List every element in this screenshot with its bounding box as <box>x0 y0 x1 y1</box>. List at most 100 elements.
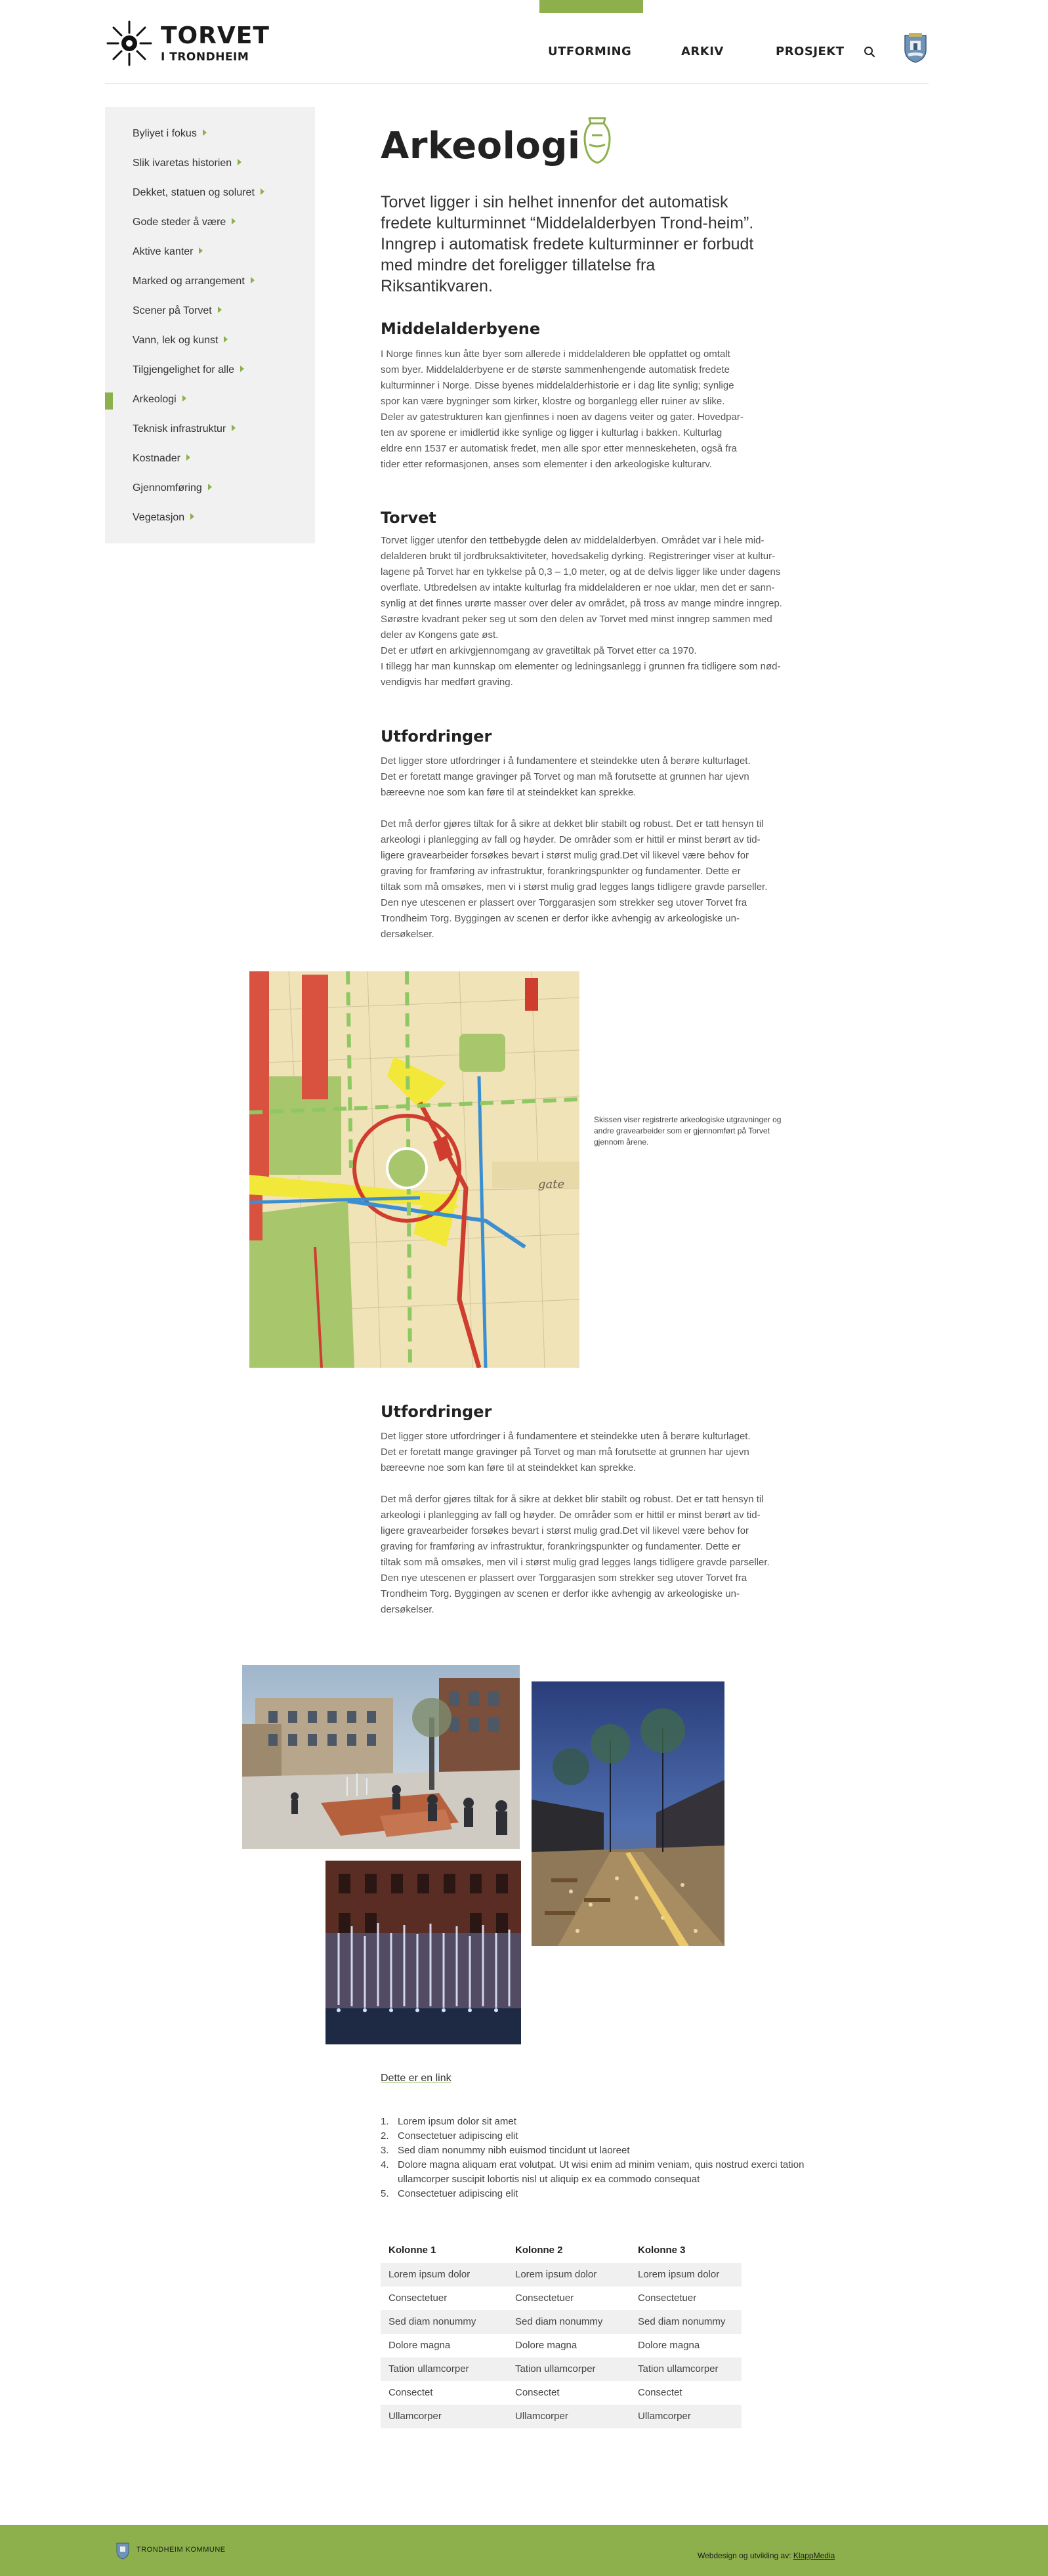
sidebar-item-gode-steder[interactable]: Gode steder å være <box>105 209 315 238</box>
sidebar-item-kostnader[interactable]: Kostnader <box>105 445 315 475</box>
arrow-right-icon <box>186 454 190 461</box>
sidebar-item-bylivet[interactable]: Byliyet i fokus <box>105 120 315 150</box>
municipal-crest-icon[interactable] <box>115 2541 130 2560</box>
sidebar-item-label: Byliyet i fokus <box>133 128 197 139</box>
table-header: Kolonne 2 <box>515 2245 563 2256</box>
table-cell: Consectetuer <box>388 2292 448 2304</box>
sidebar-item-label: Aktive kanter <box>133 246 194 257</box>
table-cell: Lorem ipsum dolor <box>515 2269 597 2280</box>
sidebar-item-label: Dekket, statuen og soluret <box>133 187 255 198</box>
header-divider <box>105 83 929 84</box>
sidebar-item-arkeologi[interactable]: Arkeologi <box>105 386 315 415</box>
sidebar-item-teknisk[interactable]: Teknisk infrastruktur <box>105 415 315 445</box>
nav-arkiv[interactable]: ARKIV <box>681 45 724 58</box>
municipal-crest-icon[interactable] <box>902 32 929 63</box>
sidebar-item-aktive-kanter[interactable]: Aktive kanter <box>105 238 315 268</box>
arrow-right-icon <box>250 277 255 284</box>
sidebar-item-label: Kostnader <box>133 453 180 464</box>
table-cell: Consectetuer <box>515 2292 574 2304</box>
table-row: Tation ullamcorper Tation ullamcorper Ta… <box>381 2357 742 2381</box>
list-item: 1. Lorem ipsum dolor sit amet <box>381 2116 516 2127</box>
table-cell: Lorem ipsum dolor <box>388 2269 471 2280</box>
table-cell: Consectet <box>638 2387 682 2398</box>
table-header: Kolonne 3 <box>638 2245 686 2256</box>
sidebar: Byliyet i fokus Slik ivaretas historien … <box>105 107 315 543</box>
arrow-right-icon <box>199 247 203 254</box>
sidebar-item-label: Vann, lek og kunst <box>133 335 219 346</box>
ordered-list: 1. Lorem ipsum dolor sit amet 2. Consectet… <box>381 2115 840 2201</box>
arrow-right-icon <box>182 395 186 402</box>
table-cell: Tation ullamcorper <box>515 2363 596 2375</box>
table-cell: Ullamcorper <box>515 2411 568 2422</box>
sidebar-item-label: Scener på Torvet <box>133 305 212 316</box>
list-item-text: Dolore magna aliquam erat volutpat. Ut w… <box>398 2159 805 2185</box>
nav-utforming[interactable]: UTFORMING <box>548 45 631 58</box>
active-nav-indicator <box>539 0 643 13</box>
sidebar-item-label: Gode steder å være <box>133 217 226 228</box>
table-row: Consectetuer Consectetuer Consectetuer <box>381 2287 742 2310</box>
table-cell: Ullamcorper <box>638 2411 691 2422</box>
arrow-right-icon <box>240 366 245 372</box>
section-heading: Middelalderbyene <box>381 320 541 338</box>
table-cell: Sed diam nonummy <box>388 2316 476 2327</box>
map-caption: Skissen viser registrerte arkeologiske u… <box>594 1115 782 1147</box>
list-item: 5. Consectetuer adipiscing elit <box>381 2188 518 2199</box>
sun-logo-icon <box>106 20 152 66</box>
sidebar-item-label: Vegetasjon <box>133 512 185 523</box>
arrow-right-icon <box>260 188 264 195</box>
table-row: Dolore magna Dolore magna Dolore magna <box>381 2334 742 2357</box>
footer-credits: Webdesign og utvikling av: KlappMedia <box>698 2551 835 2560</box>
section-heading: Torvet <box>381 509 436 527</box>
sidebar-item-historien[interactable]: Slik ivaretas historien <box>105 150 315 179</box>
fountain-photo <box>325 1861 521 2044</box>
search-icon[interactable] <box>864 46 875 58</box>
table-cell: Sed diam nonummy <box>638 2316 726 2327</box>
table-cell: Dolore magna <box>638 2340 700 2351</box>
page-title: Arkeologi <box>381 125 581 167</box>
sidebar-item-vegetasjon[interactable]: Vegetasjon <box>105 504 315 534</box>
sidebar-item-label: Teknisk infrastruktur <box>133 423 226 434</box>
table-cell: Consectet <box>388 2387 433 2398</box>
footer-credits-link[interactable]: KlappMedia <box>793 2551 835 2560</box>
vase-icon <box>583 117 611 164</box>
sidebar-item-dekket[interactable]: Dekket, statuen og soluret <box>105 179 315 209</box>
table-row: Lorem ipsum dolor Lorem ipsum dolor Lore… <box>381 2263 742 2287</box>
table-header: Kolonne 1 <box>388 2245 436 2256</box>
sidebar-item-label: Arkeologi <box>133 394 177 405</box>
section-text: Det ligger store utfordringer i å fundam… <box>381 1431 770 1615</box>
list-item-text: Consectetuer adipiscing elit <box>398 2188 518 2199</box>
table-cell: Lorem ipsum dolor <box>638 2269 720 2280</box>
list-item: 3. Sed diam nonummy nibh euismod tincidun… <box>381 2145 630 2156</box>
evening-street-photo <box>532 1681 724 1946</box>
table-cell: Tation ullamcorper <box>388 2363 469 2375</box>
arrow-right-icon <box>232 425 236 431</box>
example-link[interactable]: Dette er en link <box>381 2073 451 2084</box>
table-cell: Consectetuer <box>638 2292 697 2304</box>
list-item-text: Lorem ipsum dolor sit amet <box>398 2116 516 2127</box>
table-row: Ullamcorper Ullamcorper Ullamcorper <box>381 2405 742 2428</box>
sidebar-item-gjennomforing[interactable]: Gjennomføring <box>105 475 315 504</box>
arrow-right-icon <box>224 336 228 343</box>
footer-municipality: TRONDHEIM KOMMUNE <box>136 2546 226 2554</box>
sidebar-item-vann[interactable]: Vann, lek og kunst <box>105 327 315 356</box>
table-cell: Dolore magna <box>515 2340 577 2351</box>
nav-prosjekt[interactable]: PROSJEKT <box>776 45 845 58</box>
sidebar-item-label: Tilgjengelighet for alle <box>133 364 235 375</box>
list-item-text: Consectetuer adipiscing elit <box>398 2130 518 2142</box>
site-logo[interactable]: TORVET I TRONDHEIM <box>105 20 269 67</box>
sidebar-item-tilgjengelighet[interactable]: Tilgjengelighet for alle <box>105 356 315 386</box>
section-text: Det ligger store utfordringer i å fundam… <box>381 755 768 940</box>
sidebar-item-marked[interactable]: Marked og arrangement <box>105 268 315 297</box>
section-heading: Utfordringer <box>381 727 492 746</box>
table-cell: Sed diam nonummy <box>515 2316 603 2327</box>
lead-paragraph: Torvet ligger i sin helhet innenfor det … <box>381 193 754 295</box>
section-heading: Utfordringer <box>381 1403 492 1421</box>
square-rendering-photo <box>242 1665 520 1849</box>
archaeology-map-image: gate <box>249 971 579 1368</box>
sidebar-item-scener[interactable]: Scener på Torvet <box>105 297 315 327</box>
list-item: 2. Consectetuer adipiscing elit <box>381 2130 518 2142</box>
list-item-text: Sed diam nonummy nibh euismod tincidunt … <box>398 2145 630 2156</box>
arrow-right-icon <box>232 218 236 224</box>
arrow-right-icon <box>190 513 195 520</box>
logo-name-line2: I TRONDHEIM <box>161 51 249 64</box>
